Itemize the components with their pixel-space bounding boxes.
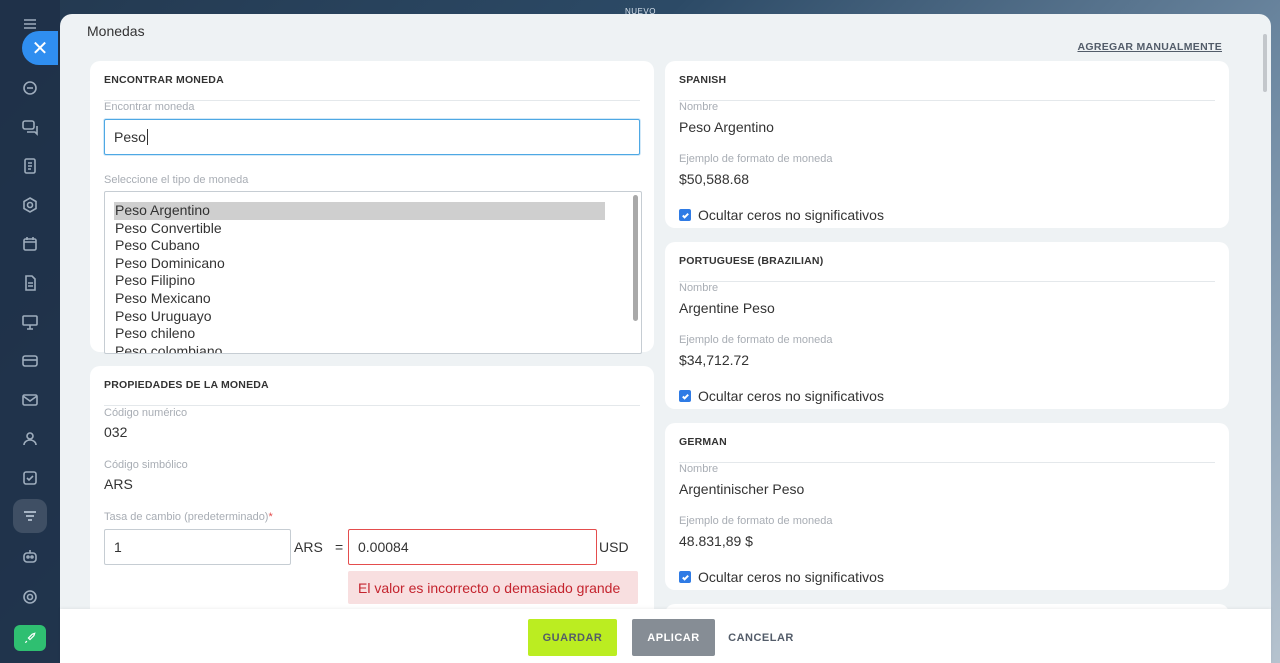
name-value: Peso Argentino: [679, 119, 774, 135]
currency-properties-card: PROPIEDADES DE LA MONEDA Código numérico…: [90, 366, 654, 626]
card-icon[interactable]: [18, 349, 42, 373]
listbox-option[interactable]: Peso Cubano: [105, 237, 641, 255]
divider: [679, 100, 1215, 101]
listbox-option[interactable]: Peso Argentino: [114, 202, 605, 220]
calendar-icon[interactable]: [18, 232, 42, 256]
crm-funnel-icon[interactable]: [13, 499, 47, 533]
name-label: Nombre: [679, 101, 719, 113]
cancel-button[interactable]: CANCELAR: [728, 619, 794, 656]
symbolic-code-value: ARS: [104, 476, 133, 492]
save-button[interactable]: GUARDAR: [528, 619, 617, 656]
currency-type-label: Seleccione el tipo de moneda: [104, 174, 249, 186]
find-currency-header: ENCONTRAR MONEDA: [104, 74, 224, 86]
drive-icon[interactable]: [18, 193, 42, 217]
text-cursor: [146, 129, 148, 145]
listbox-option[interactable]: Peso Dominicano: [105, 255, 641, 273]
page-title: Monedas: [87, 23, 145, 39]
name-label: Nombre: [679, 282, 719, 294]
lang-header: PORTUGUESE (BRAZILIAN): [679, 255, 824, 267]
mail-icon[interactable]: [18, 388, 42, 412]
rate-amount-value: 1: [114, 539, 122, 555]
exchange-rate-label-text: Tasa de cambio (predeterminado): [104, 511, 269, 523]
format-label: Ejemplo de formato de moneda: [679, 515, 833, 527]
format-value: $50,588.68: [679, 171, 750, 187]
hide-zeros-checkbox[interactable]: [679, 390, 691, 402]
hide-zeros-label: Ocultar ceros no significativos: [698, 569, 884, 585]
listbox-option[interactable]: Peso Filipino: [105, 272, 641, 290]
base-currency-label: USD: [599, 539, 629, 555]
hide-zeros-checkbox-row[interactable]: Ocultar ceros no significativos: [679, 207, 884, 223]
lang-header: GERMAN: [679, 436, 727, 448]
numeric-code-label: Código numérico: [104, 407, 188, 419]
contacts-icon[interactable]: [18, 427, 42, 451]
apply-button[interactable]: APLICAR: [632, 619, 715, 656]
divider: [679, 462, 1215, 463]
file-icon[interactable]: [18, 271, 42, 295]
lang-header: SPANISH: [679, 74, 727, 86]
feed-icon[interactable]: [18, 76, 42, 100]
symbolic-code-label: Código simbólico: [104, 459, 188, 471]
format-value: 48.831,89 $: [679, 533, 753, 549]
name-value: Argentinischer Peso: [679, 481, 805, 497]
format-label: Ejemplo de formato de moneda: [679, 334, 833, 346]
required-mark: *: [268, 511, 273, 523]
lang-card-spanish: SPANISH Nombre Peso Argentino Ejemplo de…: [665, 61, 1229, 228]
name-label: Nombre: [679, 463, 719, 475]
listbox-option[interactable]: Peso chileno: [105, 325, 641, 343]
equals-sign: =: [335, 539, 344, 555]
name-value: Argentine Peso: [679, 300, 775, 316]
numeric-code-value: 032: [104, 424, 128, 440]
tasks-icon[interactable]: [18, 466, 42, 490]
rate-error-message: El valor es incorrecto o demasiado grand…: [348, 571, 638, 604]
currency-panel: Monedas AGREGAR MANUALMENTE ENCONTRAR MO…: [60, 14, 1271, 663]
page-scrollbar[interactable]: [1263, 34, 1267, 92]
format-value: $34,712.72: [679, 352, 750, 368]
hide-zeros-checkbox[interactable]: [679, 209, 691, 221]
hide-zeros-label: Ocultar ceros no significativos: [698, 207, 884, 223]
left-sidebar: [0, 0, 60, 663]
rate-value-input[interactable]: 0.00084: [348, 529, 597, 565]
rocket-icon[interactable]: [14, 625, 46, 651]
add-manually-link[interactable]: AGREGAR MANUALMENTE: [1077, 41, 1222, 53]
hide-zeros-checkbox[interactable]: [679, 571, 691, 583]
close-button[interactable]: ✕: [22, 31, 58, 65]
rate-value-text: 0.00084: [358, 539, 409, 555]
hide-zeros-checkbox-row[interactable]: Ocultar ceros no significativos: [679, 388, 884, 404]
presentation-icon[interactable]: [18, 310, 42, 334]
search-input[interactable]: Peso: [104, 119, 640, 155]
format-label: Ejemplo de formato de moneda: [679, 153, 833, 165]
properties-header: PROPIEDADES DE LA MONEDA: [104, 379, 269, 391]
listbox-option[interactable]: Peso Mexicano: [105, 290, 641, 308]
listbox-scrollbar[interactable]: [633, 195, 638, 321]
rate-currency-label: ARS: [294, 539, 323, 555]
hide-zeros-checkbox-row[interactable]: Ocultar ceros no significativos: [679, 569, 884, 585]
chat-icon[interactable]: [18, 115, 42, 139]
exchange-rate-label: Tasa de cambio (predeterminado)*: [104, 511, 273, 523]
lang-card-german: GERMAN Nombre Argentinischer Peso Ejempl…: [665, 423, 1229, 590]
listbox-option[interactable]: Peso Uruguayo: [105, 308, 641, 326]
search-label: Encontrar moneda: [104, 101, 195, 113]
close-icon: ✕: [31, 37, 49, 60]
listbox-option[interactable]: Peso colombiano: [105, 343, 641, 353]
hide-zeros-label: Ocultar ceros no significativos: [698, 388, 884, 404]
search-input-value: Peso: [114, 129, 146, 145]
robot-icon[interactable]: [18, 544, 42, 568]
divider: [679, 281, 1215, 282]
divider: [104, 405, 640, 406]
currency-type-listbox[interactable]: Peso Argentino Peso Convertible Peso Cub…: [104, 191, 642, 354]
footer-bar: GUARDAR APLICAR CANCELAR: [60, 609, 1271, 663]
rate-amount-input[interactable]: 1: [104, 529, 291, 565]
settings-gear-icon[interactable]: [18, 585, 42, 609]
documents-icon[interactable]: [18, 154, 42, 178]
lang-card-portuguese: PORTUGUESE (BRAZILIAN) Nombre Argentine …: [665, 242, 1229, 409]
listbox-option[interactable]: Peso Convertible: [105, 220, 641, 238]
find-currency-card: ENCONTRAR MONEDA Encontrar moneda Peso S…: [90, 61, 654, 354]
